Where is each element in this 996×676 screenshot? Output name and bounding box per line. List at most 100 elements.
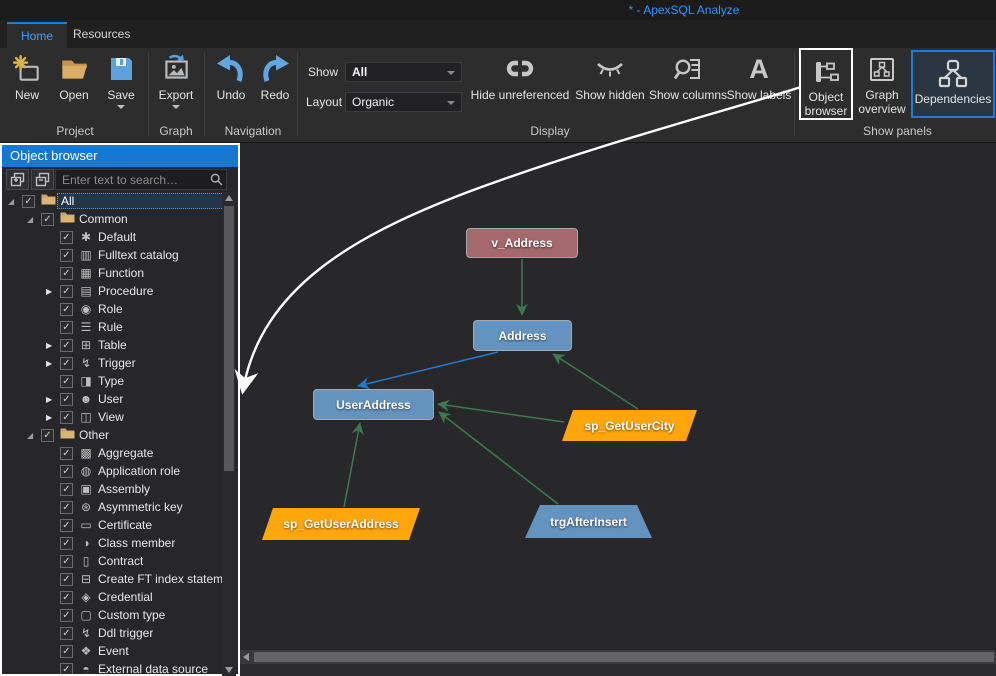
- tab-resources[interactable]: Resources: [59, 22, 144, 48]
- tree-checkbox[interactable]: ✓: [60, 591, 73, 604]
- tree-expander-icon[interactable]: ◢: [8, 197, 22, 206]
- tree-checkbox[interactable]: ✓: [60, 249, 73, 262]
- dependencies-panel-button[interactable]: Dependencies: [911, 50, 995, 118]
- tree-item-user[interactable]: ▶✓☻User: [2, 390, 224, 408]
- search-input[interactable]: [55, 169, 227, 190]
- tree-item-all[interactable]: ◢✓All: [2, 192, 224, 210]
- tree-item-rule[interactable]: ✓☰Rule: [2, 318, 224, 336]
- hide-unreferenced-button[interactable]: Hide unreferenced: [470, 51, 570, 102]
- tree-checkbox[interactable]: ✓: [60, 555, 73, 568]
- scroll-down-arrow-icon[interactable]: [225, 667, 233, 673]
- tree-expander-icon[interactable]: ▶: [46, 287, 60, 296]
- graph-node-Address[interactable]: Address: [473, 320, 572, 351]
- tree-item-class-member[interactable]: ✓◑Class member: [2, 534, 224, 552]
- tree-checkbox[interactable]: ✓: [60, 609, 73, 622]
- tree-item-asymmetric-key[interactable]: ✓⊛Asymmetric key: [2, 498, 224, 516]
- open-button[interactable]: Open: [52, 51, 96, 102]
- tree-item-table[interactable]: ▶✓⊞Table: [2, 336, 224, 354]
- tree-checkbox[interactable]: ✓: [60, 483, 73, 496]
- tree-item-function[interactable]: ✓▦Function: [2, 264, 224, 282]
- save-button[interactable]: Save: [98, 51, 144, 109]
- tree-expander-icon[interactable]: ▶: [46, 395, 60, 404]
- tab-home[interactable]: Home: [7, 22, 67, 48]
- tree-checkbox[interactable]: ✓: [60, 285, 73, 298]
- tree-item-type[interactable]: ✓◨Type: [2, 372, 224, 390]
- graph-node-sp_GetUserAddress[interactable]: sp_GetUserAddress: [262, 508, 420, 540]
- tree-item-other[interactable]: ◢✓Other: [2, 426, 224, 444]
- tree-checkbox[interactable]: ✓: [60, 447, 73, 460]
- scrollbar-thumb[interactable]: [254, 652, 994, 662]
- tree-item-procedure[interactable]: ▶✓▤Procedure: [2, 282, 224, 300]
- tree-item-trigger[interactable]: ▶✓↯Trigger: [2, 354, 224, 372]
- tree-expander-icon[interactable]: ◢: [27, 431, 41, 440]
- search-icon[interactable]: [210, 173, 223, 186]
- tree-checkbox[interactable]: ✓: [60, 501, 73, 514]
- scrollbar-thumb[interactable]: [224, 206, 234, 471]
- graph-node-UserAddress[interactable]: UserAddress: [313, 389, 434, 420]
- tree-item-credential[interactable]: ✓◈Credential: [2, 588, 224, 606]
- tree-expander-icon[interactable]: ▶: [46, 359, 60, 368]
- object-browser-panel-header[interactable]: Object browser: [2, 145, 238, 167]
- scroll-left-arrow-icon[interactable]: [243, 653, 249, 661]
- tree-item-fulltext-catalog[interactable]: ✓▥Fulltext catalog: [2, 246, 224, 264]
- tree-checkbox[interactable]: ✓: [60, 303, 73, 316]
- tree-checkbox[interactable]: ✓: [60, 627, 73, 640]
- new-button[interactable]: New: [6, 51, 48, 102]
- tree-checkbox[interactable]: ✓: [60, 645, 73, 658]
- show-dropdown[interactable]: All: [345, 62, 462, 82]
- tree-item-event[interactable]: ✓❖Event: [2, 642, 224, 660]
- show-labels-button[interactable]: A Show labels: [726, 51, 792, 102]
- tree-item-view[interactable]: ▶✓◫View: [2, 408, 224, 426]
- tree-checkbox[interactable]: ✓: [22, 195, 35, 208]
- tree-expander-icon[interactable]: ◢: [27, 215, 41, 224]
- object-browser-panel-button[interactable]: Object browser: [799, 48, 853, 120]
- graph-node-sp_GetUserCity[interactable]: sp_GetUserCity: [562, 410, 697, 441]
- tree-checkbox[interactable]: ✓: [60, 573, 73, 586]
- graph-node-v_Address[interactable]: v_Address: [466, 228, 578, 258]
- tree-item-aggregate[interactable]: ✓▩Aggregate: [2, 444, 224, 462]
- show-columns-button[interactable]: Show columns: [648, 51, 728, 102]
- expand-all-button[interactable]: [31, 169, 54, 190]
- graph-overview-panel-button[interactable]: Graph overview: [856, 48, 908, 120]
- tree-item-create-ft-index-statement[interactable]: ✓⊟Create FT index statement: [2, 570, 224, 588]
- tree-checkbox[interactable]: ✓: [60, 267, 73, 280]
- tree-item-contract[interactable]: ✓▯Contract: [2, 552, 224, 570]
- tree-checkbox[interactable]: ✓: [60, 393, 73, 406]
- tree-expander-icon[interactable]: ▶: [46, 413, 60, 422]
- scroll-up-arrow-icon[interactable]: [225, 195, 233, 201]
- tree-checkbox[interactable]: ✓: [60, 411, 73, 424]
- tree-checkbox[interactable]: ✓: [41, 429, 54, 442]
- collapse-all-button[interactable]: [6, 169, 29, 190]
- tree-expander-icon[interactable]: ▶: [46, 341, 60, 350]
- tree-checkbox[interactable]: ✓: [60, 375, 73, 388]
- tree-checkbox[interactable]: ✓: [60, 537, 73, 550]
- save-dropdown-caret[interactable]: [117, 105, 125, 109]
- graph-horizontal-scrollbar[interactable]: [240, 650, 996, 664]
- tree-item-common[interactable]: ◢✓Common: [2, 210, 224, 228]
- tree-checkbox[interactable]: ✓: [41, 213, 54, 226]
- tree-checkbox[interactable]: ✓: [60, 357, 73, 370]
- tree-item-role[interactable]: ✓◉Role: [2, 300, 224, 318]
- undo-button[interactable]: Undo: [210, 51, 252, 102]
- tree-checkbox[interactable]: ✓: [60, 519, 73, 532]
- tree-checkbox[interactable]: ✓: [60, 339, 73, 352]
- tree-item-application-role[interactable]: ✓◍Application role: [2, 462, 224, 480]
- tree-checkbox[interactable]: ✓: [60, 231, 73, 244]
- tree-item-ddl-trigger[interactable]: ✓↯Ddl trigger: [2, 624, 224, 642]
- export-dropdown-caret[interactable]: [172, 105, 180, 109]
- tree-item-custom-type[interactable]: ✓▢Custom type: [2, 606, 224, 624]
- tree-item-assembly[interactable]: ✓▣Assembly: [2, 480, 224, 498]
- show-hidden-button[interactable]: Show hidden: [572, 51, 648, 102]
- redo-button[interactable]: Redo: [254, 51, 296, 102]
- tree-item-external-data-source[interactable]: ✓◓External data source: [2, 660, 224, 674]
- tree-item-default[interactable]: ✓✱Default: [2, 228, 224, 246]
- tree-item-certificate[interactable]: ✓▭Certificate: [2, 516, 224, 534]
- export-button[interactable]: Export: [152, 51, 200, 109]
- tree-checkbox[interactable]: ✓: [60, 465, 73, 478]
- tree-vertical-scrollbar[interactable]: [222, 192, 236, 676]
- graph-node-trgAfterInsert[interactable]: trgAfterInsert: [525, 505, 652, 538]
- tree-checkbox[interactable]: ✓: [60, 663, 73, 675]
- layout-dropdown[interactable]: Organic: [345, 92, 462, 112]
- tree-checkbox[interactable]: ✓: [60, 321, 73, 334]
- dependencies-graph[interactable]: v_Address Address UserAddress sp_GetUserCit…: [240, 143, 996, 650]
